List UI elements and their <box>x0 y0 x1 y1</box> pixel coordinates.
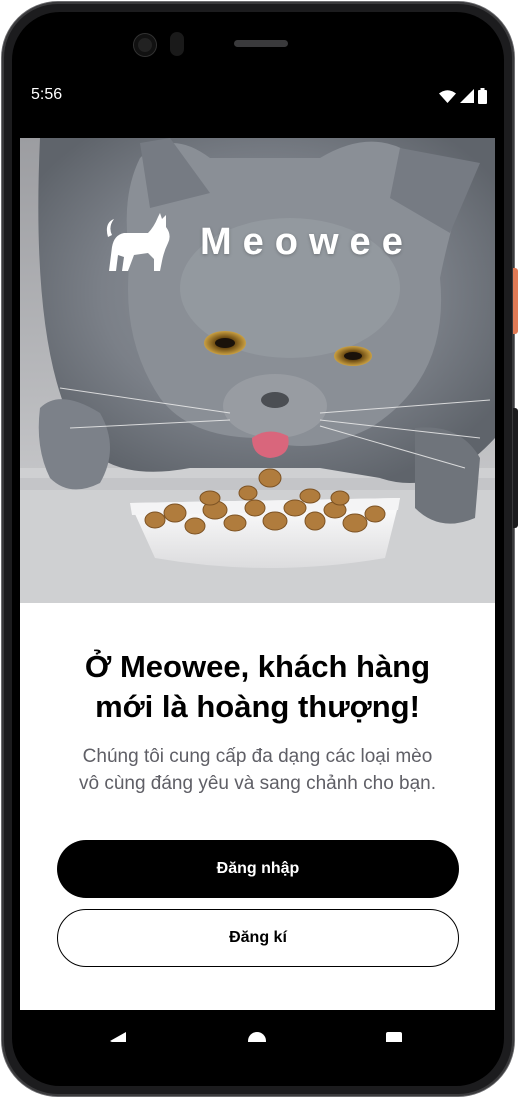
login-button[interactable]: Đăng nhập <box>57 840 459 898</box>
front-camera <box>134 34 156 56</box>
wifi-icon <box>439 89 456 103</box>
volume-button[interactable] <box>513 408 518 528</box>
status-icons <box>439 88 487 104</box>
cat-eating-photo <box>20 138 495 603</box>
status-bar: 5:56 <box>20 68 495 138</box>
brand-name: Meowee <box>200 220 414 263</box>
recent-apps-icon[interactable] <box>386 1032 402 1042</box>
signal-icon <box>460 89 474 103</box>
headline-line-1: Ở Meowee, khách hàng <box>84 649 431 684</box>
screen: 5:56 Meowee Ở Meowee, khách hàng mới là … <box>20 68 495 1042</box>
proximity-sensor <box>170 32 184 56</box>
headline: Ở Meowee, khách hàng mới là hoàng thượng… <box>20 647 495 727</box>
content-panel: Ở Meowee, khách hàng mới là hoàng thượng… <box>20 603 495 1010</box>
subtext-line-2: vô cùng đáng yêu và sang chảnh cho bạn. <box>78 773 437 794</box>
login-button-label: Đăng nhập <box>216 860 300 877</box>
back-icon[interactable] <box>110 1032 126 1042</box>
headline-line-2: mới là hoàng thượng! <box>95 689 420 724</box>
navigation-bar <box>20 1010 495 1042</box>
status-time: 5:56 <box>31 86 63 103</box>
battery-icon <box>478 88 487 104</box>
home-icon[interactable] <box>248 1032 266 1042</box>
power-button[interactable] <box>513 268 518 334</box>
subtext-line-1: Chúng tôi cung cấp đa dạng các loại mèo <box>82 746 433 767</box>
earpiece-speaker <box>234 40 288 47</box>
register-button-label: Đăng kí <box>229 929 287 946</box>
brand-logo: Meowee <box>104 213 414 271</box>
subtext: Chúng tôi cung cấp đa dạng các loại mèo … <box>20 743 495 797</box>
register-button[interactable]: Đăng kí <box>57 909 459 967</box>
cat-silhouette-icon <box>106 213 170 271</box>
hero-image: Meowee <box>20 138 495 603</box>
